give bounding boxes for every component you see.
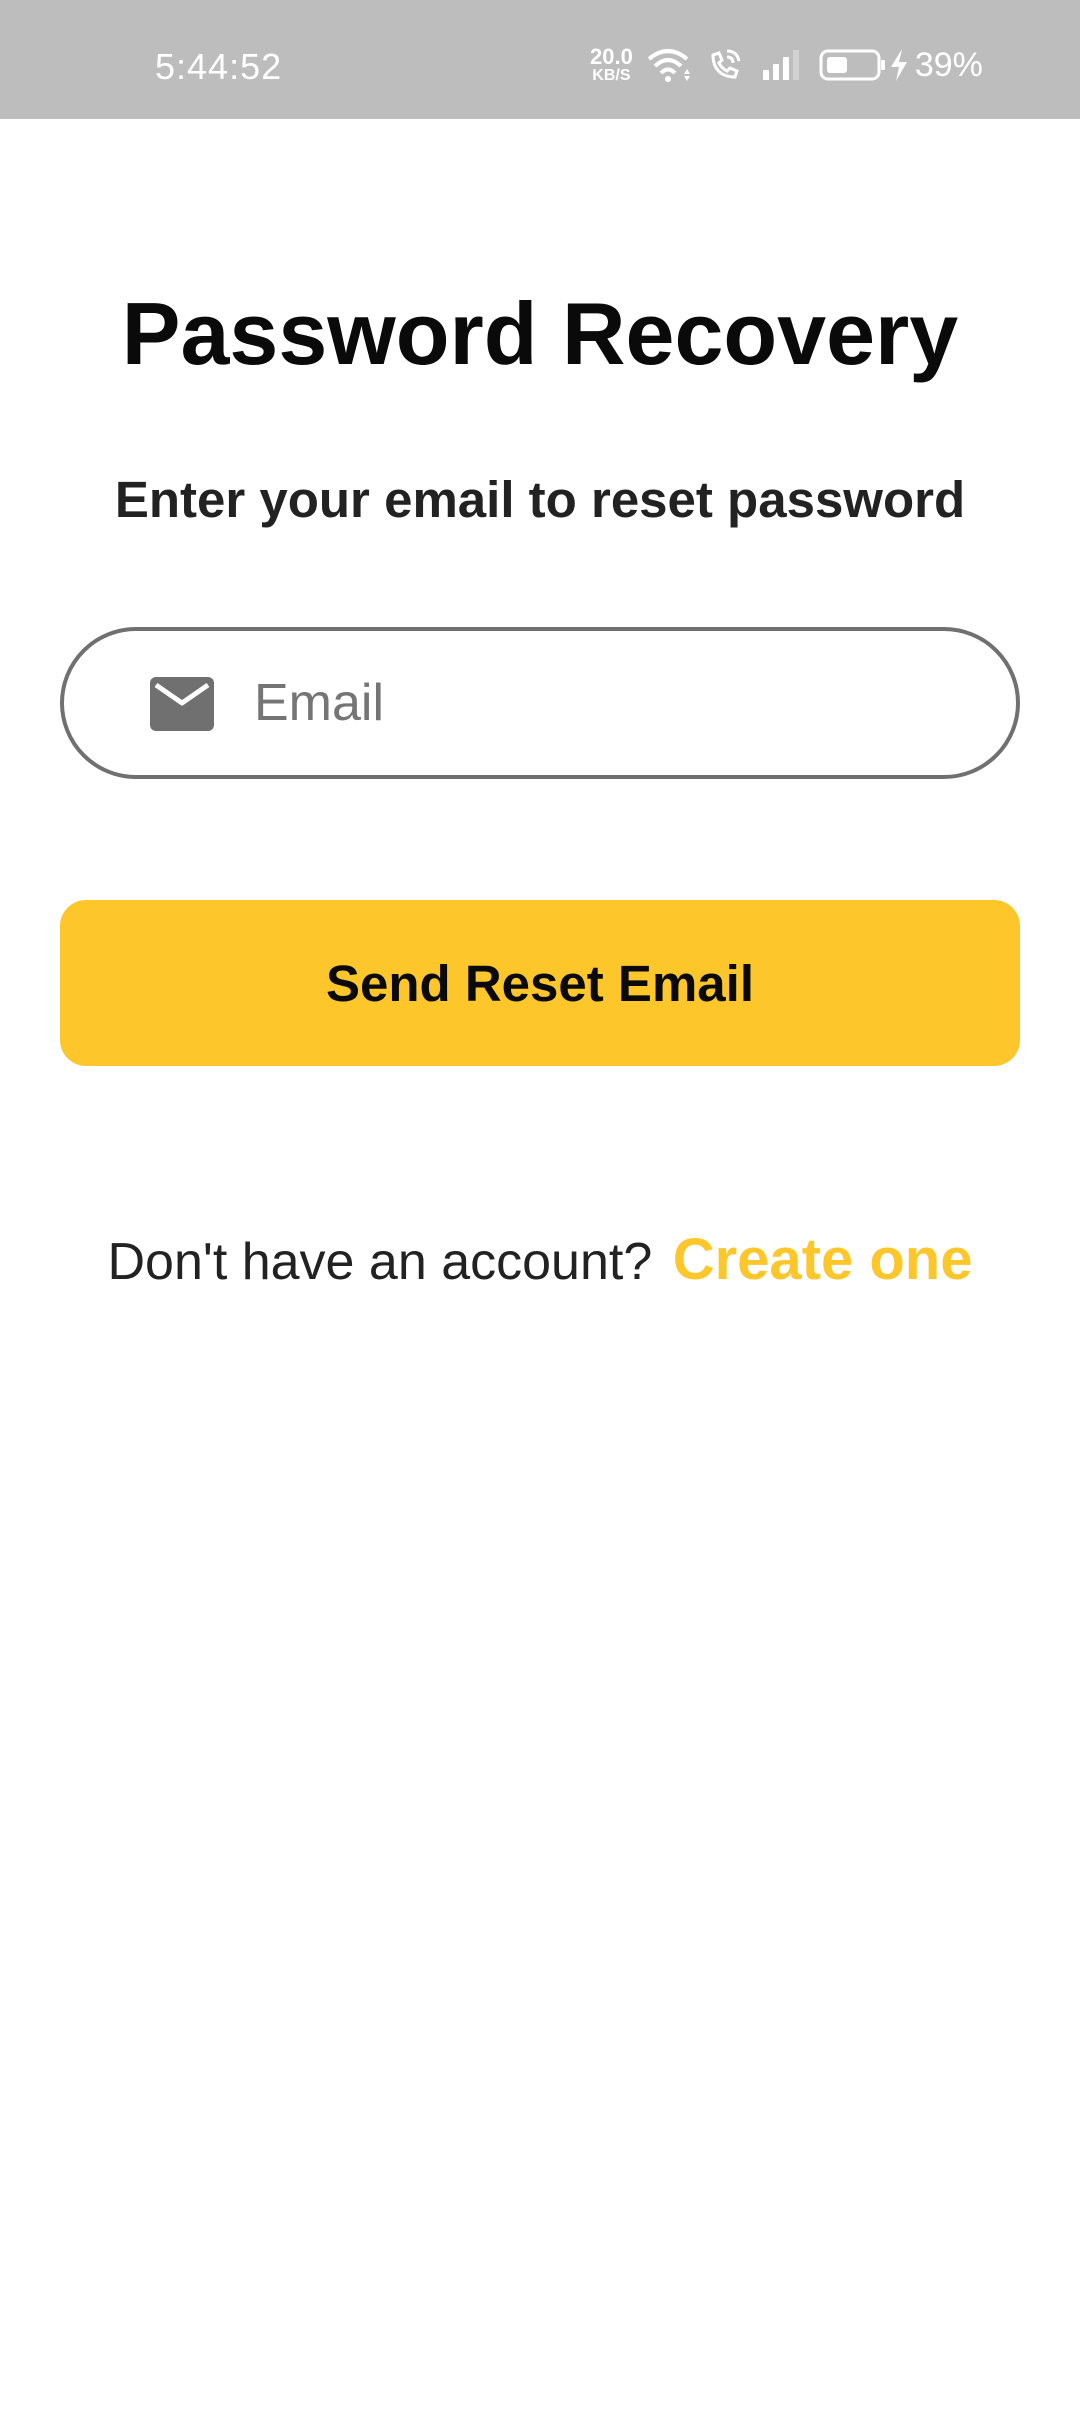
mail-icon: [150, 677, 214, 731]
wifi-icon: [647, 47, 693, 83]
network-speed-value: 20.0: [590, 44, 633, 69]
wifi-call-icon: [707, 47, 743, 83]
status-icons: 20.0 KB/S 39%: [590, 44, 983, 86]
battery-percent: 39%: [914, 45, 983, 84]
email-input[interactable]: [254, 655, 974, 751]
page-title: Password Recovery: [121, 284, 959, 383]
status-bar: 5:44:52 20.0 KB/S 39%: [0, 0, 1080, 119]
signup-prompt-row: Don't have an account? Create one: [0, 1226, 1080, 1293]
send-reset-email-button[interactable]: Send Reset Email: [60, 900, 1020, 1066]
network-speed-unit: KB/S: [592, 67, 631, 84]
charging-icon: [889, 48, 909, 82]
battery-icon: [819, 48, 887, 82]
signup-prompt-text: Don't have an account?: [107, 1233, 653, 1291]
email-field[interactable]: [60, 627, 1020, 779]
page-subtitle: Enter your email to reset password: [114, 471, 966, 528]
signal-icon: [761, 48, 803, 82]
status-time: 5:44:52: [155, 46, 283, 87]
network-speed: 20.0 KB/S: [590, 46, 633, 84]
create-account-link[interactable]: Create one: [673, 1227, 973, 1292]
